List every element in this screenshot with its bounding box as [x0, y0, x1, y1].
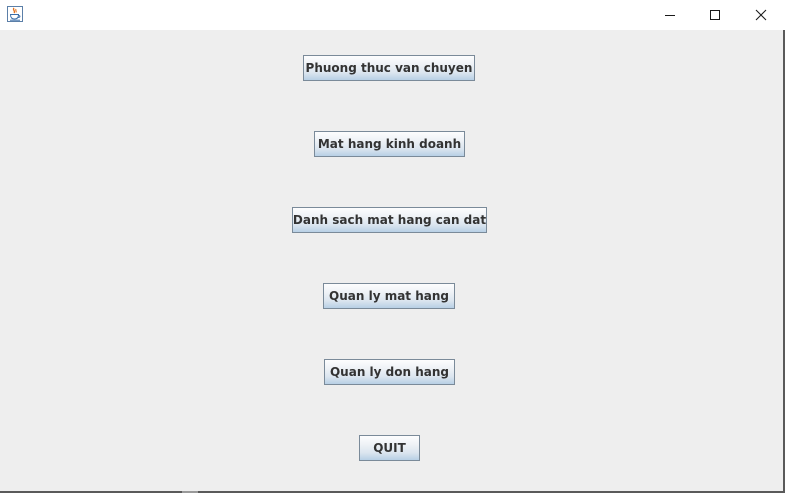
maximize-button[interactable]	[692, 0, 738, 30]
minimize-button[interactable]	[647, 0, 693, 30]
close-button[interactable]	[738, 0, 784, 30]
java-cup-icon[interactable]	[7, 6, 23, 22]
manage-items-button[interactable]: Quan ly mat hang	[323, 283, 455, 309]
main-panel: Phuong thuc van chuyen Mat hang kinh doa…	[0, 30, 783, 491]
maximize-icon	[710, 10, 720, 20]
title-bar[interactable]	[0, 0, 785, 30]
business-items-button[interactable]: Mat hang kinh doanh	[314, 131, 465, 157]
minimize-icon	[665, 15, 675, 16]
manage-orders-button[interactable]: Quan ly don hang	[324, 359, 455, 385]
shipping-method-button[interactable]: Phuong thuc van chuyen	[303, 55, 475, 81]
quit-button[interactable]: QUIT	[359, 435, 420, 461]
close-icon	[755, 9, 767, 21]
items-to-order-button[interactable]: Danh sach mat hang can dat	[292, 207, 487, 233]
